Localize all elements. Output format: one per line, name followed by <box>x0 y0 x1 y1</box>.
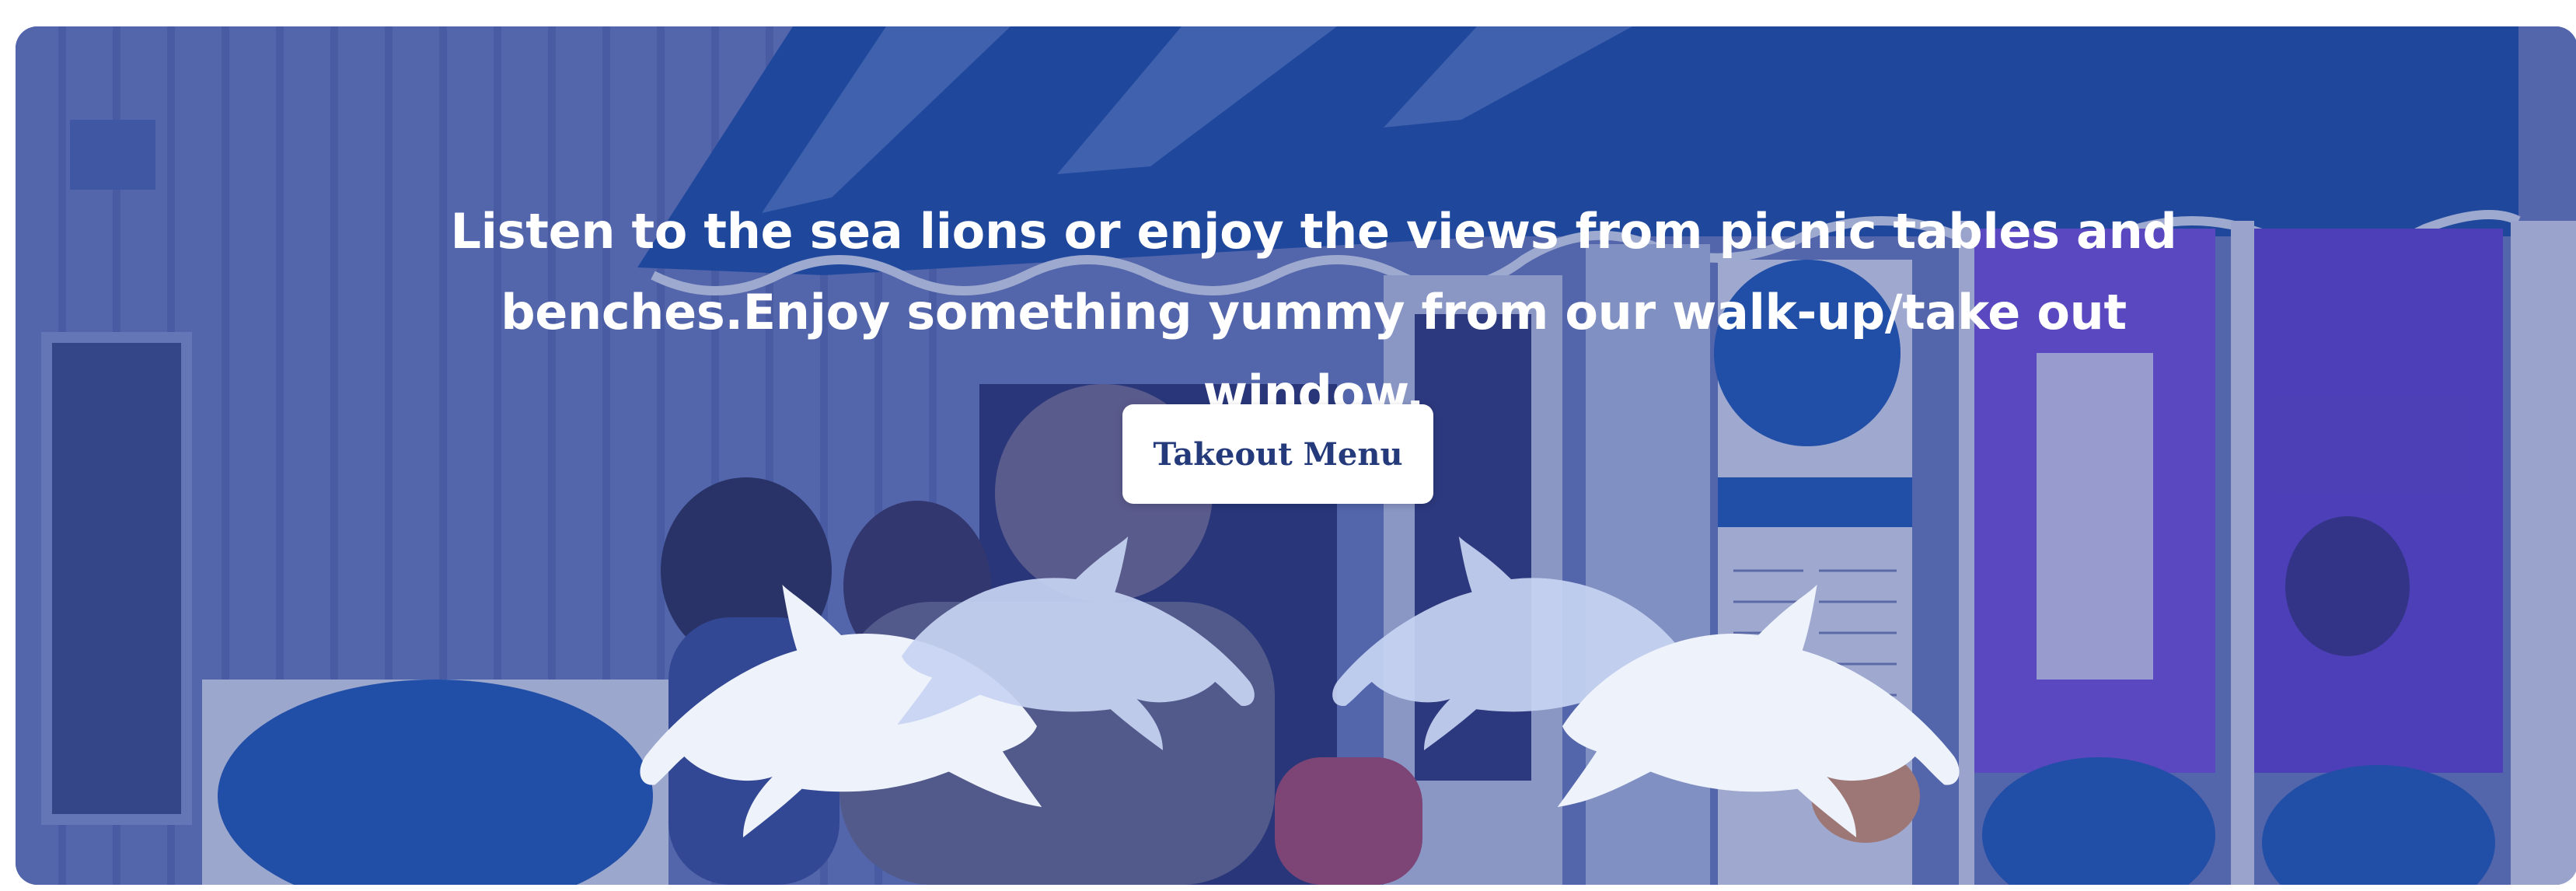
tagline-line-1: Listen to the sea lions or enjoy the vie… <box>450 203 2177 260</box>
hero-tagline: Listen to the sea lions or enjoy the vie… <box>404 191 2223 434</box>
takeout-menu-button[interactable]: Takeout Menu <box>1122 404 1433 504</box>
hero-banner: Listen to the sea lions or enjoy the vie… <box>16 26 2576 885</box>
